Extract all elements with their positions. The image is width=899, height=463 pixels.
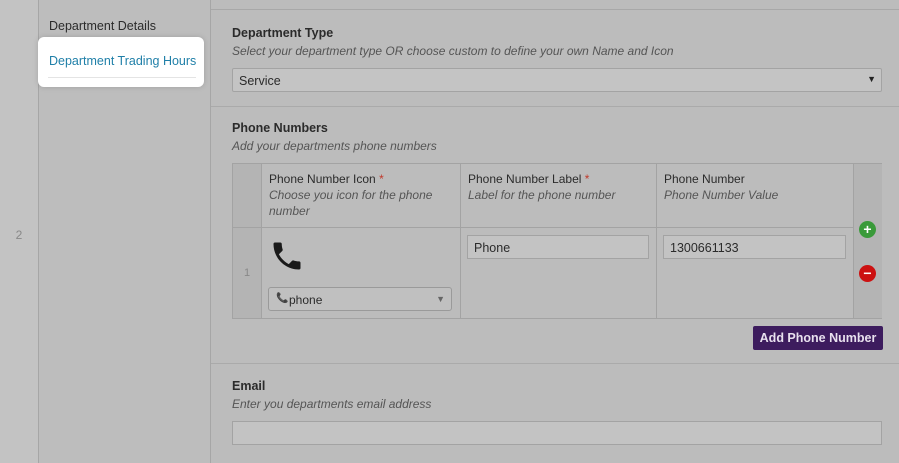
phone-number-value: 1300661133 [670, 241, 739, 255]
row-number-column: 2 [0, 0, 39, 463]
phone-numbers-title: Phone Numbers [232, 121, 328, 135]
nav-divider [48, 77, 196, 78]
row-index: 1 [243, 267, 251, 279]
row-number: 2 [15, 228, 23, 242]
phone-icon [269, 236, 305, 279]
department-type-select[interactable]: Service ▼ [232, 68, 882, 92]
phone-label-value: Phone [474, 241, 511, 255]
column-description-icon: Choose you icon for the phone number [269, 188, 433, 218]
top-divider [211, 9, 899, 10]
email-description: Enter you departments email address [232, 397, 432, 411]
row-index-column: 1 [233, 164, 262, 318]
phone-number-input[interactable]: 1300661133 [663, 235, 846, 259]
column-description-label: Label for the phone number [468, 188, 616, 202]
department-type-description: Select your department type OR choose cu… [232, 44, 674, 58]
nav-item-department-trading-hours[interactable]: Department Trading Hours [49, 54, 196, 68]
column-header-number: Phone Number [664, 172, 745, 186]
remove-row-icon[interactable]: − [859, 265, 876, 282]
department-type-title: Department Type [232, 26, 334, 40]
form-main: Department Type Select your department t… [211, 0, 899, 463]
phone-icon: 📞 [276, 293, 289, 304]
email-title: Email [232, 379, 266, 393]
row-actions-column [853, 164, 882, 318]
dropdown-arrow-icon: ▼ [436, 294, 445, 304]
add-phone-number-button[interactable]: Add Phone Number [753, 326, 883, 350]
nav-item-department-details[interactable]: Department Details [49, 19, 156, 33]
phone-icon-select-value: phone [289, 293, 323, 307]
header-divider [233, 227, 881, 228]
section-divider [211, 106, 899, 107]
phone-icon-select[interactable]: 📞 phone ▼ [268, 287, 452, 311]
department-type-value: Service [239, 74, 281, 88]
phone-numbers-description: Add your departments phone numbers [232, 139, 437, 153]
email-input[interactable] [232, 421, 882, 445]
column-description-number: Phone Number Value [664, 188, 779, 202]
phone-label-input[interactable]: Phone [467, 235, 649, 259]
column-divider [656, 164, 657, 318]
column-header-label: Phone Number Label * [468, 172, 590, 186]
column-divider [460, 164, 461, 318]
phone-numbers-table: 1 Phone Number Icon * Choose you icon fo… [232, 163, 882, 319]
dropdown-arrow-icon: ▼ [867, 74, 876, 84]
add-row-icon[interactable]: + [859, 221, 876, 238]
column-header-icon: Phone Number Icon * [269, 172, 384, 186]
section-divider [211, 363, 899, 364]
